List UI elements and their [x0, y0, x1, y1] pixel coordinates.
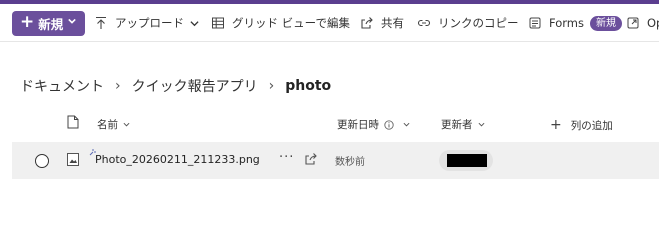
upload-icon: [96, 16, 106, 29]
chevron-down-icon: [403, 122, 410, 127]
edit-grid-view-label: グリッド ビューで編集: [232, 16, 350, 30]
column-header-name-label: 名前: [97, 119, 118, 131]
modified-by-persona[interactable]: [439, 150, 493, 171]
image-file-icon: [67, 153, 79, 166]
file-name-link[interactable]: Photo_20260211_211233.png: [95, 153, 260, 166]
column-header-modified-label: 更新日時: [337, 119, 379, 131]
share-label: 共有: [381, 16, 404, 30]
column-header-name[interactable]: 名前: [97, 117, 130, 132]
edit-grid-view-button[interactable]: グリッド ビューで編集: [211, 12, 350, 34]
upload-label: アップロード: [115, 16, 184, 30]
file-type-column-icon[interactable]: [67, 115, 79, 129]
open-button[interactable]: Op: [626, 12, 659, 34]
chevron-down-icon: [478, 122, 484, 127]
breadcrumb-quick-report-app[interactable]: クイック報告アプリ: [132, 76, 258, 96]
command-bar: + 新規 アップロード グリッド ビューで編集 共有 リンクのコピー Forms…: [0, 4, 659, 42]
copy-link-button[interactable]: リンクのコピー: [417, 12, 519, 34]
breadcrumb-documents[interactable]: ドキュメント: [20, 76, 104, 96]
more-actions-button[interactable]: ···: [279, 150, 294, 165]
share-button[interactable]: 共有: [360, 12, 404, 34]
breadcrumb-separator-icon: ›: [268, 78, 275, 94]
list-header-row: 名前 更新日時 更新者 + 列の追加: [12, 111, 659, 137]
share-icon: [361, 17, 373, 29]
breadcrumb-current-folder: photo: [285, 78, 332, 94]
share-icon[interactable]: [304, 152, 318, 166]
breadcrumb-separator-icon: ›: [115, 78, 121, 94]
breadcrumb: ドキュメント › クイック報告アプリ › photo: [20, 76, 331, 96]
add-column-button[interactable]: + 列の追加: [550, 117, 613, 133]
open-icon: [627, 17, 639, 29]
row-select-radio[interactable]: [35, 154, 49, 168]
link-icon: [417, 19, 431, 27]
plus-icon: +: [20, 12, 35, 32]
chevron-down-icon: [123, 122, 130, 127]
copy-link-label: リンクのコピー: [438, 16, 519, 30]
new-badge: 新規: [589, 15, 622, 31]
forms-label: Forms: [549, 16, 584, 30]
column-header-modified[interactable]: 更新日時: [337, 117, 410, 132]
new-button-label: 新規: [38, 17, 64, 32]
redacted-name: [447, 154, 487, 167]
modified-time: 数秒前: [335, 157, 365, 168]
grid-icon: [212, 17, 224, 29]
forms-icon: [529, 17, 541, 29]
column-header-modified-by-label: 更新者: [441, 119, 473, 131]
add-column-label: 列の追加: [570, 119, 613, 132]
forms-button[interactable]: Forms 新規: [528, 12, 622, 34]
open-label: Op: [647, 16, 659, 30]
upload-button[interactable]: アップロード: [94, 12, 199, 34]
info-icon[interactable]: [384, 119, 394, 130]
column-header-modified-by[interactable]: 更新者: [441, 117, 485, 132]
chevron-down-icon: [68, 18, 76, 24]
new-button[interactable]: + 新規: [12, 11, 85, 36]
table-row[interactable]: Photo_20260211_211233.png ··· 数秒前: [12, 142, 659, 179]
plus-icon: +: [550, 117, 562, 133]
chevron-down-icon: [190, 20, 199, 26]
